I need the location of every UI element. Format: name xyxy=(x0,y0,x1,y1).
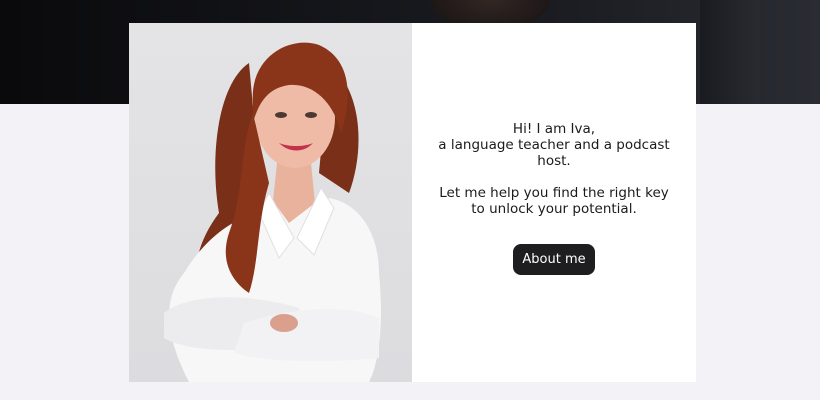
intro-text-panel: Hi! I am Iva, a language teacher and a p… xyxy=(412,23,696,382)
intro-tagline: Let me help you find the right key to un… xyxy=(439,185,669,217)
intro-card: Hi! I am Iva, a language teacher and a p… xyxy=(129,23,696,382)
about-me-button[interactable]: About me xyxy=(513,244,595,275)
portrait-illustration xyxy=(164,42,381,382)
intro-greeting: Hi! I am Iva, xyxy=(512,121,596,137)
intro-role: a language teacher and a podcast host. xyxy=(438,137,670,169)
hero-photo-shoulder xyxy=(700,0,760,104)
portrait-photo xyxy=(129,23,412,382)
intro-text: Hi! I am Iva, a language teacher and a p… xyxy=(436,121,672,217)
